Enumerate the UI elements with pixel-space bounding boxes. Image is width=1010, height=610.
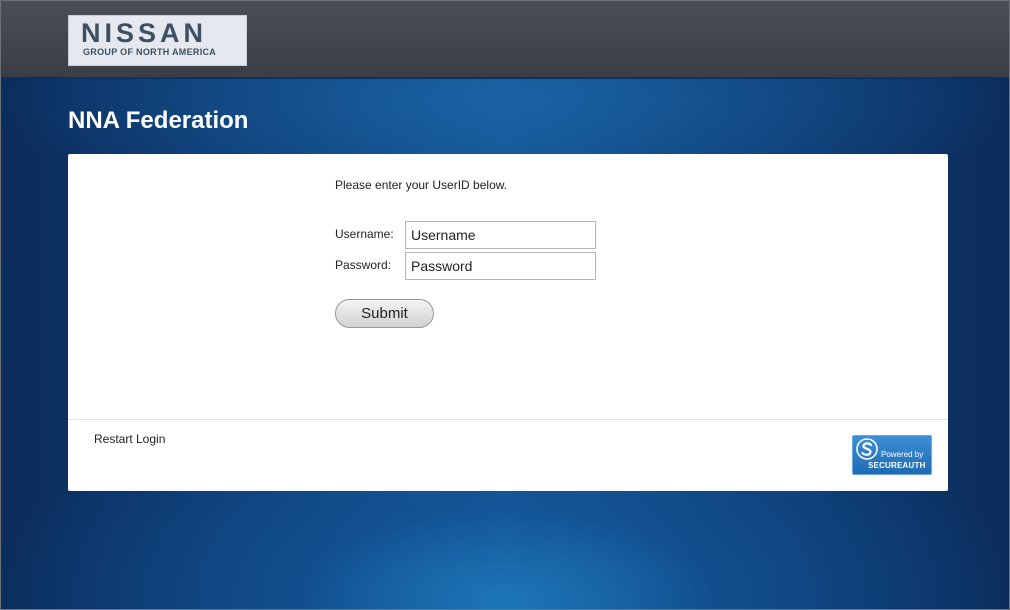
badge-powered-text: Powered by <box>881 450 924 459</box>
page-title: NNA Federation <box>68 107 249 134</box>
login-card: Please enter your UserID below. Username… <box>68 154 948 491</box>
logo-sub-text: GROUP OF NORTH AMERICA <box>83 47 217 57</box>
restart-login-link[interactable]: Restart Login <box>94 432 165 446</box>
footer-divider <box>68 419 948 420</box>
username-label: Username: <box>335 227 394 241</box>
logo-main-text: NISSAN <box>81 18 208 48</box>
secureauth-badge[interactable]: Powered by SECUREAUTH <box>852 435 932 475</box>
submit-button[interactable]: Submit <box>335 299 434 328</box>
nissan-logo: NISSAN GROUP OF NORTH AMERICA <box>68 15 247 66</box>
instruction-text: Please enter your UserID below. <box>335 178 508 192</box>
password-label: Password: <box>335 258 392 272</box>
username-field[interactable] <box>405 221 596 249</box>
password-field[interactable] <box>405 252 596 280</box>
secureauth-s-icon <box>856 438 878 460</box>
badge-brand-text: SECUREAUTH <box>868 461 926 470</box>
top-bar: NISSAN GROUP OF NORTH AMERICA <box>1 1 1009 78</box>
